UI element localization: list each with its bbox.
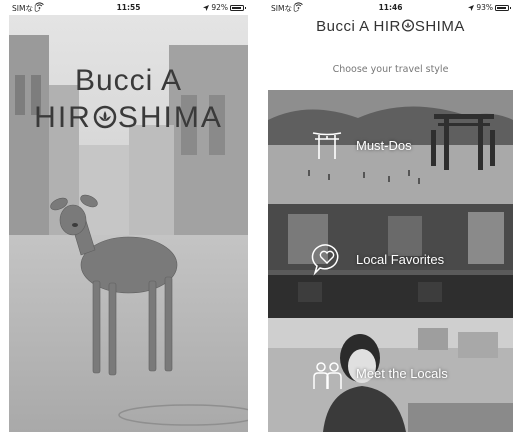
subtitle: Choose your travel style — [332, 64, 449, 75]
logo-line-1: Bucci A — [74, 64, 183, 97]
card-label: Meet the Locals — [356, 366, 448, 381]
app-title: Bucci A HIR SHIMA — [268, 18, 513, 35]
location-arrow-icon — [468, 4, 475, 11]
local-favorites-card[interactable]: Local Favorites — [268, 204, 513, 318]
location-arrow-icon — [203, 4, 210, 11]
battery-fill — [497, 6, 507, 9]
card-label: Must-Dos — [356, 138, 412, 153]
lotus-o-icon — [93, 105, 117, 129]
must-dos-card[interactable]: Must-Dos — [268, 90, 513, 204]
app-title-text-2: SHIMA — [414, 18, 465, 35]
battery-fill — [232, 6, 242, 9]
battery-icon — [230, 4, 246, 11]
logo-text-hir: HIR — [34, 101, 92, 134]
people-icon — [313, 362, 342, 389]
lotus-o-icon — [401, 19, 414, 32]
battery-percent: 92% — [211, 3, 228, 12]
logo-line-2: HIR SHIMA — [9, 101, 248, 135]
travel-style-screen: SIMなし 11:46 93% Bucci A HIR SHIMA Choose … — [268, 0, 513, 432]
status-bar: SIMなし 11:46 93% — [268, 0, 513, 15]
status-bar: SIMなし 11:55 92% — [9, 0, 248, 15]
heart-chat-icon — [311, 244, 339, 276]
splash-screen: SIMなし 11:55 92% Bucci A HIR SHIMA — [9, 0, 248, 432]
logo-text-shima: SHIMA — [117, 101, 223, 134]
meet-the-locals-card[interactable]: Meet the Locals — [268, 318, 513, 432]
battery-icon — [495, 4, 511, 11]
app-title-text-1: Bucci A HIR — [316, 18, 401, 35]
battery-percent: 93% — [476, 3, 493, 12]
torii-gate-icon — [312, 132, 342, 159]
card-label: Local Favorites — [356, 252, 445, 267]
